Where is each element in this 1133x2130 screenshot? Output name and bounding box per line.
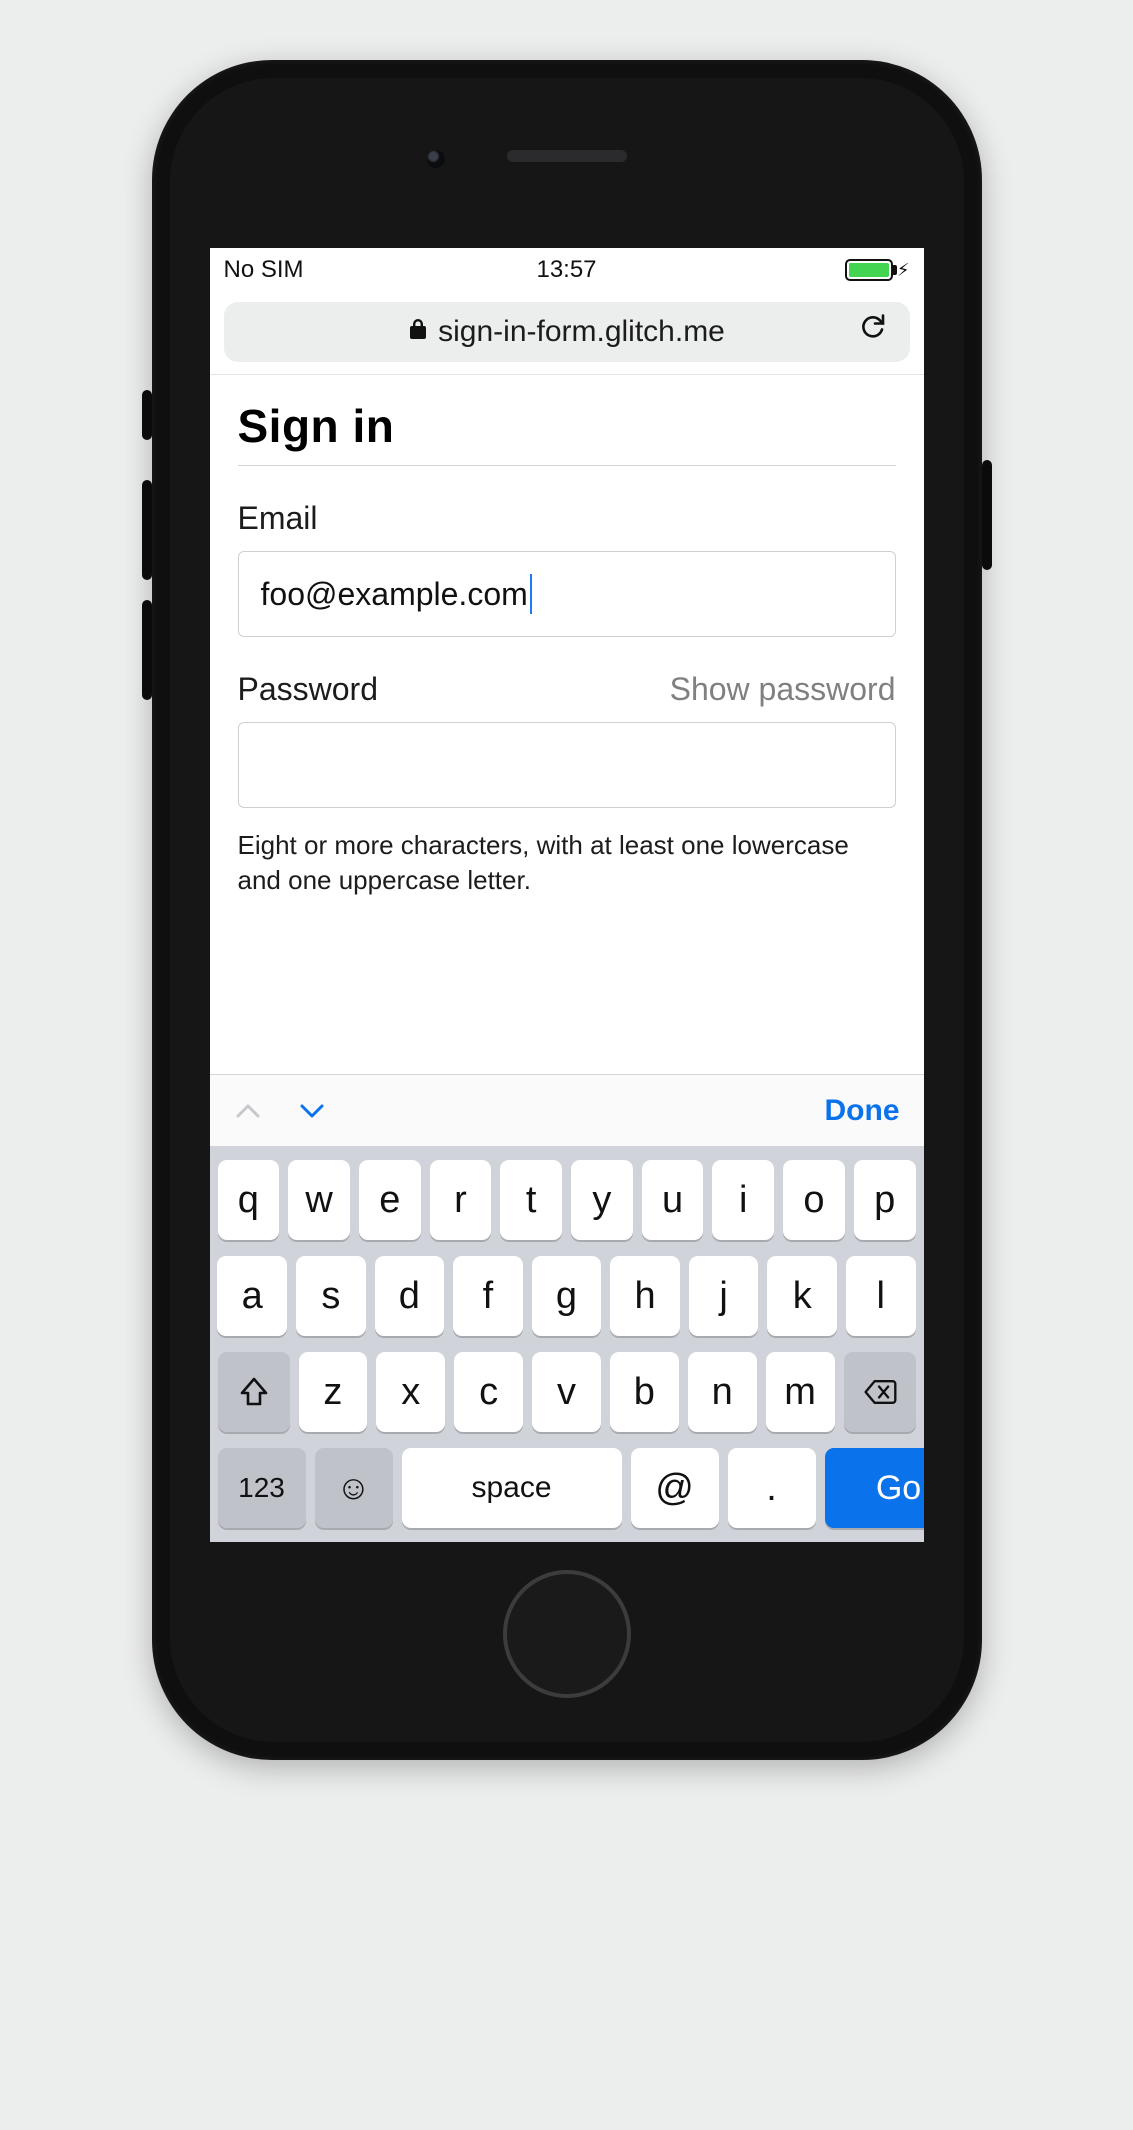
key-numeric[interactable]: 123 bbox=[218, 1448, 306, 1528]
email-input[interactable]: foo@example.com bbox=[238, 551, 896, 637]
key-i[interactable]: i bbox=[712, 1160, 774, 1240]
key-y[interactable]: y bbox=[571, 1160, 633, 1240]
password-label: Password bbox=[238, 671, 379, 708]
password-field-group: Password Show password Eight or more cha… bbox=[238, 671, 896, 898]
key-v[interactable]: v bbox=[532, 1352, 601, 1432]
password-hint: Eight or more characters, with at least … bbox=[238, 828, 896, 898]
keyboard: Done q w e r t y u i o p bbox=[210, 1074, 924, 1542]
key-w[interactable]: w bbox=[288, 1160, 350, 1240]
key-e[interactable]: e bbox=[359, 1160, 421, 1240]
key-j[interactable]: j bbox=[689, 1256, 759, 1336]
key-g[interactable]: g bbox=[532, 1256, 602, 1336]
clock: 13:57 bbox=[210, 256, 924, 284]
key-emoji[interactable]: ☺ bbox=[315, 1448, 393, 1528]
key-h[interactable]: h bbox=[610, 1256, 680, 1336]
key-l[interactable]: l bbox=[846, 1256, 916, 1336]
key-n[interactable]: n bbox=[688, 1352, 757, 1432]
key-row-4: 123 ☺ space @ . Go bbox=[218, 1448, 916, 1528]
key-q[interactable]: q bbox=[218, 1160, 280, 1240]
key-c[interactable]: c bbox=[454, 1352, 523, 1432]
next-field-icon[interactable] bbox=[298, 1101, 326, 1121]
volume-up-button bbox=[142, 480, 152, 580]
phone-frame: No SIM 13:57 ⚡︎ sign-in-form.glitch.me bbox=[152, 60, 982, 1760]
home-button[interactable] bbox=[503, 1570, 631, 1698]
key-go[interactable]: Go bbox=[825, 1448, 924, 1528]
address-bar[interactable]: sign-in-form.glitch.me bbox=[224, 302, 910, 362]
key-row-1: q w e r t y u i o p bbox=[218, 1160, 916, 1240]
key-row-3: z x c v b n m bbox=[218, 1352, 916, 1432]
key-r[interactable]: r bbox=[430, 1160, 492, 1240]
key-dot[interactable]: . bbox=[728, 1448, 816, 1528]
key-at[interactable]: @ bbox=[631, 1448, 719, 1528]
key-z[interactable]: z bbox=[299, 1352, 368, 1432]
key-row-2: a s d f g h j k l bbox=[218, 1256, 916, 1336]
prev-field-icon bbox=[234, 1101, 262, 1121]
volume-down-button bbox=[142, 600, 152, 700]
key-b[interactable]: b bbox=[610, 1352, 679, 1432]
key-backspace[interactable] bbox=[844, 1352, 916, 1432]
key-f[interactable]: f bbox=[453, 1256, 523, 1336]
key-space[interactable]: space bbox=[402, 1448, 622, 1528]
page-title: Sign in bbox=[238, 399, 896, 466]
email-label: Email bbox=[238, 500, 318, 537]
key-a[interactable]: a bbox=[217, 1256, 287, 1336]
key-x[interactable]: x bbox=[376, 1352, 445, 1432]
email-field-group: Email foo@example.com bbox=[238, 500, 896, 637]
front-camera bbox=[427, 150, 445, 168]
text-caret bbox=[530, 574, 532, 614]
key-u[interactable]: u bbox=[642, 1160, 704, 1240]
screen: No SIM 13:57 ⚡︎ sign-in-form.glitch.me bbox=[210, 248, 924, 1542]
email-value: foo@example.com bbox=[261, 576, 528, 613]
key-o[interactable]: o bbox=[783, 1160, 845, 1240]
key-p[interactable]: p bbox=[854, 1160, 916, 1240]
lock-icon bbox=[408, 317, 428, 347]
phone-bezel: No SIM 13:57 ⚡︎ sign-in-form.glitch.me bbox=[170, 78, 964, 1742]
show-password-toggle[interactable]: Show password bbox=[670, 671, 896, 708]
page-content: Sign in Email foo@example.com Password S… bbox=[210, 375, 924, 898]
key-t[interactable]: t bbox=[500, 1160, 562, 1240]
keyboard-keys: q w e r t y u i o p a s d bbox=[210, 1146, 924, 1542]
earpiece-speaker bbox=[507, 150, 627, 162]
key-s[interactable]: s bbox=[296, 1256, 366, 1336]
battery-icon bbox=[845, 259, 893, 281]
password-input[interactable] bbox=[238, 722, 896, 808]
mute-switch bbox=[142, 390, 152, 440]
power-button bbox=[982, 460, 992, 570]
url-host: sign-in-form.glitch.me bbox=[438, 315, 725, 349]
keyboard-toolbar: Done bbox=[210, 1074, 924, 1146]
keyboard-done-button[interactable]: Done bbox=[825, 1094, 900, 1128]
key-m[interactable]: m bbox=[766, 1352, 835, 1432]
reload-icon[interactable] bbox=[858, 311, 888, 354]
status-bar: No SIM 13:57 ⚡︎ bbox=[210, 248, 924, 292]
browser-chrome: sign-in-form.glitch.me bbox=[210, 292, 924, 374]
key-d[interactable]: d bbox=[375, 1256, 445, 1336]
key-k[interactable]: k bbox=[767, 1256, 837, 1336]
key-shift[interactable] bbox=[218, 1352, 290, 1432]
